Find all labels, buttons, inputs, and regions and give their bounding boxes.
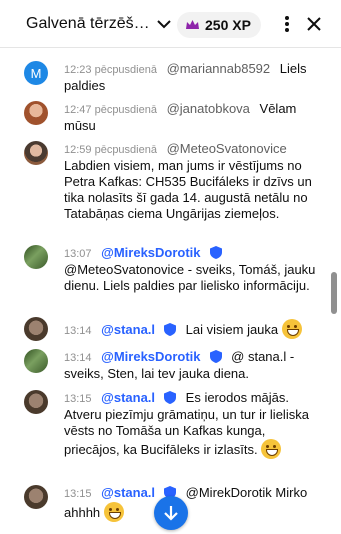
message-time: 13:14: [64, 352, 92, 364]
message-time: 13:14: [64, 325, 92, 337]
smile-emoji-icon: [281, 319, 302, 339]
moderator-badge-icon: [164, 391, 177, 404]
moderator-badge-icon: [209, 350, 222, 363]
avatar[interactable]: [24, 485, 48, 509]
crown-icon: [186, 20, 199, 29]
message-text: Labdien visiem, man jums ir vēstījums no…: [64, 158, 312, 221]
moderator-badge-icon: [209, 246, 222, 259]
chat-header: Galvenā tērzēšana 250 XP: [0, 0, 341, 48]
avatar[interactable]: [24, 349, 48, 373]
arrow-down-icon: [164, 506, 178, 521]
message-time: 13:07: [64, 248, 92, 260]
avatar-letter: M: [30, 65, 42, 81]
message-author[interactable]: @janatobkova: [167, 101, 250, 116]
message-time: 13:15: [64, 393, 92, 405]
chevron-down-icon[interactable]: [155, 15, 173, 33]
message-time: 12:47 pēcpusdienā: [64, 104, 157, 116]
grin-emoji-icon: [103, 502, 124, 522]
moderator-badge-icon: [164, 323, 177, 336]
message-author[interactable]: @stana.l: [101, 322, 155, 337]
message-time: 12:23 pēcpusdienā: [64, 64, 157, 76]
message-text: @MeteoSvatonovice - sveiks, Tomáš, jauku…: [64, 262, 316, 293]
message-author[interactable]: @stana.l: [101, 485, 155, 500]
scrollbar-thumb[interactable]: [331, 272, 337, 314]
avatar[interactable]: M: [24, 61, 48, 85]
message-time: 12:59 pēcpusdienā: [64, 144, 157, 156]
close-icon[interactable]: [304, 14, 324, 34]
avatar[interactable]: [24, 317, 48, 341]
scroll-to-bottom-button[interactable]: [154, 496, 188, 530]
message-author[interactable]: @mariannab8592: [167, 61, 271, 76]
message-author[interactable]: @MireksDorotik: [101, 245, 200, 260]
xp-value: 250 XP: [205, 17, 251, 33]
avatar[interactable]: [24, 141, 48, 165]
avatar[interactable]: [24, 390, 48, 414]
message-author[interactable]: @MeteoSvatonovice: [167, 141, 287, 156]
xp-badge[interactable]: 250 XP: [177, 12, 261, 38]
chat-feed[interactable]: M 12:23 pēcpusdienā @mariannab8592 Liels…: [0, 49, 341, 534]
message-text: Lai visiem jauka: [185, 322, 279, 337]
message-author[interactable]: @MireksDorotik: [101, 349, 200, 364]
avatar[interactable]: [24, 245, 48, 269]
grin-emoji-icon: [261, 439, 282, 459]
message-time: 13:15: [64, 488, 92, 500]
avatar[interactable]: [24, 101, 48, 125]
more-vert-icon[interactable]: [277, 14, 297, 34]
chat-title[interactable]: Galvenā tērzēšana: [26, 13, 151, 35]
message-author[interactable]: @stana.l: [101, 390, 155, 405]
